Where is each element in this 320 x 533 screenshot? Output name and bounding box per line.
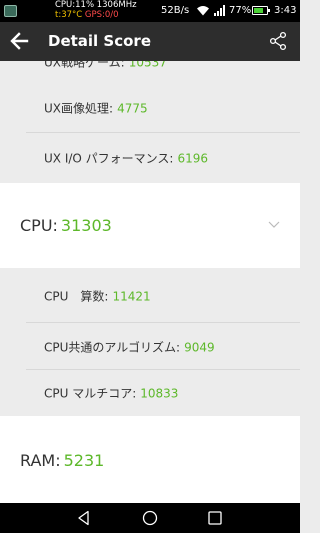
sub-score-value: 9049 [184,340,215,354]
main-score-value: 5231 [63,451,105,470]
sub-label-text: CPU マルチコア: [44,386,137,401]
list-item-ux-image: UX画像処理: 4775 [0,83,300,133]
sub-score-value: 4775 [117,101,148,116]
network-speed: 52B/s [161,5,190,16]
back-arrow-icon[interactable] [8,30,30,52]
gps-text: GPS:0/0 [84,10,119,20]
wifi-icon [197,6,209,16]
sub-score-value: 6196 [177,151,209,166]
main-score-value: 31303 [60,216,112,235]
chevron-down-icon[interactable] [268,221,280,229]
sub-label-text: UX画像処理: [44,101,114,116]
status-bar: CPU:11% 1306MHz t:37°C GPS:0/0 52B/s 77%… [0,0,300,22]
main-label-text: CPU: [20,216,58,235]
gallery-notification-icon [4,5,17,17]
system-nav-bar [0,503,300,533]
battery-percent: 77% [229,5,252,16]
share-icon[interactable] [268,31,288,51]
list-item-cpu-multicore: CPU マルチコア: 10833 [0,370,300,416]
app-bar: Detail Score [0,22,300,61]
cpu-score-row[interactable]: CPU: 31303 [0,183,300,268]
list-item-cpu-math: CPU 算数: 11421 [0,268,300,323]
main-label-text: RAM: [20,451,61,470]
sub-score-value: 11421 [112,289,151,303]
ram-score-row[interactable]: RAM: 5231 [0,416,300,503]
nav-back-icon[interactable] [76,510,92,526]
list-item-ux-io: UX I/O パフォーマンス: 6196 [0,133,300,183]
sub-label-text: CPU共通のアルゴリズム: [44,340,181,354]
sub-score-value: 10537 [128,61,167,70]
list-item-cpu-algorithm: CPU共通のアルゴリズム: 9049 [0,323,300,370]
temp-gps-text: t:37°C GPS:0/0 [55,10,119,20]
cpu-monitor-text: CPU:11% 1306MHz [55,0,137,10]
battery-icon [252,6,270,15]
sub-label-text: CPU 算数: [44,289,109,303]
temperature-text: t:37°C [55,10,83,20]
score-list[interactable]: UX戦略ゲーム: 10537 UX画像処理: 4775 UX I/O パフォーマンス… [0,61,300,503]
sub-label-text: UX戦略ゲーム: [44,61,125,70]
nav-recent-apps-icon[interactable] [208,511,222,525]
signal-icon [214,5,225,16]
page-title: Detail Score [48,32,151,50]
sub-score-value: 10833 [140,386,179,401]
sub-label-text: UX I/O パフォーマンス: [44,151,174,166]
clock: 3:43 [274,5,297,16]
nav-home-icon[interactable] [142,510,158,526]
